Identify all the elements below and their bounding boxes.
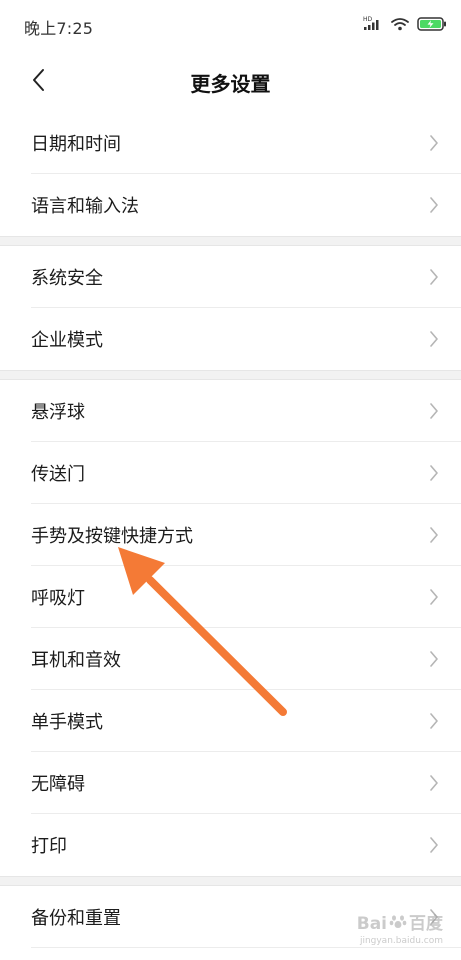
watermark-logo: Bai 百度 (357, 913, 443, 935)
list-item-language-input[interactable]: 语言和输入法 (0, 174, 461, 236)
chevron-right-icon (430, 775, 438, 791)
watermark: Bai 百度 jingyan.baidu.com (357, 913, 443, 946)
list-item-label: 悬浮球 (31, 402, 85, 423)
chevron-right-icon (430, 269, 438, 285)
battery-charging-icon (417, 16, 447, 35)
list-item-floating-ball[interactable]: 悬浮球 (0, 380, 461, 442)
list-item-label: 无障碍 (31, 774, 85, 795)
list-item-label: 传送门 (31, 464, 85, 485)
list-item-accessibility[interactable]: 无障碍 (0, 752, 461, 814)
status-icons: HD (363, 14, 447, 36)
chevron-right-icon (430, 465, 438, 481)
list-item-breathing-light[interactable]: 呼吸灯 (0, 566, 461, 628)
settings-list: 日期和时间 语言和输入法 系统安全 企业模式 悬浮球 传送门 手势及按键快捷方式… (0, 112, 461, 948)
list-item-enterprise-mode[interactable]: 企业模式 (0, 308, 461, 370)
wifi-icon (391, 16, 409, 35)
list-item-label: 备份和重置 (31, 908, 121, 929)
status-bar: 晚上7:25 HD (0, 0, 461, 52)
chevron-right-icon (430, 135, 438, 151)
cellular-signal-icon: HD (363, 15, 383, 35)
list-item-label: 耳机和音效 (31, 650, 121, 671)
divider (31, 947, 461, 948)
list-item-label: 手势及按键快捷方式 (31, 526, 193, 547)
section-gap (0, 876, 461, 886)
list-item-headphones-audio[interactable]: 耳机和音效 (0, 628, 461, 690)
status-time: 晚上7:25 (24, 19, 94, 38)
chevron-right-icon (430, 651, 438, 667)
chevron-right-icon (430, 403, 438, 419)
list-item-label: 呼吸灯 (31, 588, 85, 609)
list-item-date-time[interactable]: 日期和时间 (0, 112, 461, 174)
network-hd-label: HD (363, 16, 373, 23)
watermark-sub-text: jingyan.baidu.com (359, 936, 443, 946)
list-item-gesture-shortcuts[interactable]: 手势及按键快捷方式 (0, 504, 461, 566)
list-item-one-handed-mode[interactable]: 单手模式 (0, 690, 461, 752)
nav-bar: 更多设置 (0, 52, 461, 112)
list-item-system-security[interactable]: 系统安全 (0, 246, 461, 308)
section-gap (0, 236, 461, 246)
list-item-label: 语言和输入法 (31, 196, 139, 217)
section-gap (0, 370, 461, 380)
list-item-label: 打印 (31, 836, 67, 857)
paw-icon (389, 913, 407, 935)
watermark-main-text-suffix: 百度 (409, 913, 443, 934)
chevron-right-icon (430, 197, 438, 213)
chevron-right-icon (430, 589, 438, 605)
chevron-right-icon (430, 837, 438, 853)
list-item-print[interactable]: 打印 (0, 814, 461, 876)
list-item-label: 日期和时间 (31, 134, 121, 155)
page-title: 更多设置 (190, 72, 271, 96)
list-item-portal[interactable]: 传送门 (0, 442, 461, 504)
list-item-label: 系统安全 (31, 268, 103, 289)
chevron-right-icon (430, 331, 438, 347)
list-item-label: 企业模式 (31, 330, 103, 351)
chevron-right-icon (430, 527, 438, 543)
watermark-main-text: Bai (356, 913, 387, 934)
chevron-right-icon (430, 713, 438, 729)
list-item-label: 单手模式 (31, 712, 103, 733)
